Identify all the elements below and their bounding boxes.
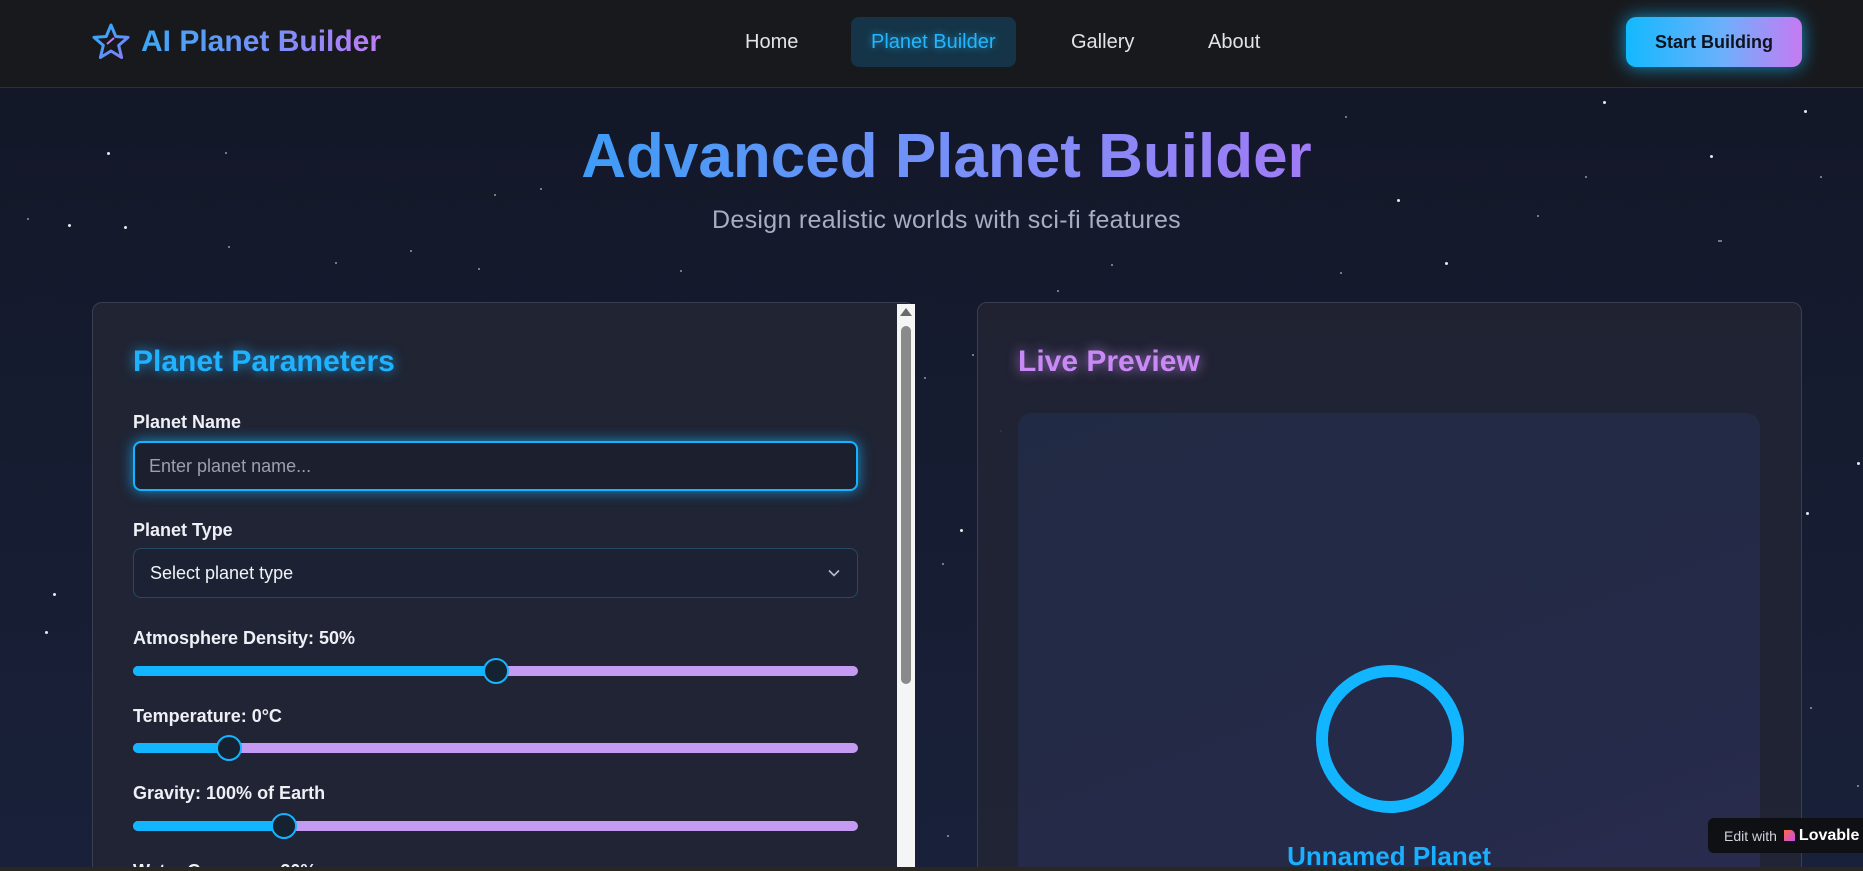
star-dot	[947, 835, 949, 837]
edit-with-text: Edit with	[1724, 827, 1777, 844]
star-dot	[1445, 262, 1448, 265]
star-dot	[335, 262, 337, 264]
star-dot	[972, 354, 974, 356]
star-dot	[960, 529, 963, 532]
star-dot	[1806, 512, 1809, 515]
star-dot	[1857, 462, 1860, 465]
nav-gallery[interactable]: Gallery	[1051, 17, 1154, 67]
page-title: Advanced Planet Builder	[0, 118, 1863, 196]
gravity-slider[interactable]	[133, 813, 858, 839]
atmosphere-slider[interactable]	[133, 658, 858, 684]
bottom-edge	[0, 867, 1863, 871]
planet-type-value: Select planet type	[150, 562, 294, 583]
planet-name-input[interactable]	[133, 441, 858, 491]
star-dot	[1857, 785, 1859, 787]
top-navbar: AI Planet Builder Home Planet Builder Ga…	[0, 0, 1863, 88]
chevron-down-icon	[828, 569, 840, 577]
start-building-button[interactable]: Start Building	[1626, 17, 1802, 67]
edit-with-badge[interactable]: Edit with Lovable	[1708, 818, 1863, 853]
nav-home[interactable]: Home	[725, 17, 818, 67]
scroll-up-arrow-icon[interactable]	[900, 308, 912, 316]
star-icon	[92, 23, 130, 59]
temperature-slider-thumb[interactable]	[216, 735, 243, 761]
nav-planet-builder[interactable]: Planet Builder	[851, 17, 1016, 67]
star-dot	[1804, 110, 1807, 113]
planet-type-label: Planet Type	[133, 520, 233, 540]
gravity-slider-fill	[133, 821, 284, 831]
star-dot	[1720, 240, 1722, 242]
star-dot	[1810, 707, 1812, 709]
star-dot	[53, 593, 56, 596]
brand-logo[interactable]: AI Planet Builder	[91, 22, 381, 62]
lovable-brand: Lovable	[1798, 826, 1860, 844]
planet-preview-ring	[1316, 665, 1464, 813]
gravity-slider-thumb[interactable]	[270, 813, 297, 839]
star-dot	[478, 268, 480, 270]
gravity-label: Gravity: 100% of Earth	[133, 783, 326, 803]
live-preview-panel: Live Preview Unnamed Planet	[977, 302, 1802, 871]
nav-about[interactable]: About	[1188, 17, 1280, 67]
heart-icon	[1783, 829, 1795, 841]
temperature-slider-fill	[133, 743, 230, 753]
brand-name: AI Planet Builder	[141, 25, 382, 58]
atmosphere-slider-fill	[133, 666, 496, 676]
planet-preview-canvas: Unnamed Planet	[1018, 413, 1760, 871]
star-dot	[1603, 101, 1606, 104]
temperature-slider[interactable]	[133, 735, 858, 761]
star-dot	[410, 250, 412, 252]
planet-parameters-panel: Planet Parameters Planet Name Planet Typ…	[92, 302, 915, 871]
preview-title: Live Preview	[1018, 345, 1200, 378]
planet-name-label: Planet Name	[133, 412, 242, 432]
star-dot	[924, 377, 926, 379]
temperature-label: Temperature: 0°C	[133, 706, 282, 726]
star-dot	[1057, 290, 1059, 292]
star-dot	[1397, 199, 1400, 202]
star-dot	[1111, 264, 1113, 266]
star-dot	[228, 246, 230, 248]
star-dot	[1718, 240, 1720, 242]
panel-scrollbar[interactable]	[897, 304, 915, 871]
page-title-text: Advanced Planet Builder	[581, 122, 1312, 191]
page-subtitle: Design realistic worlds with sci-fi feat…	[712, 206, 1181, 234]
atmosphere-label: Atmosphere Density: 50%	[133, 628, 356, 648]
atmosphere-slider-thumb[interactable]	[482, 658, 509, 684]
star-dot	[45, 631, 48, 634]
star-dot	[1340, 272, 1342, 274]
star-dot	[942, 563, 944, 565]
star-dot	[680, 270, 682, 272]
parameters-title: Planet Parameters	[133, 345, 395, 378]
planet-type-select[interactable]: Select planet type	[133, 548, 858, 598]
scrollbar-thumb[interactable]	[901, 326, 911, 684]
